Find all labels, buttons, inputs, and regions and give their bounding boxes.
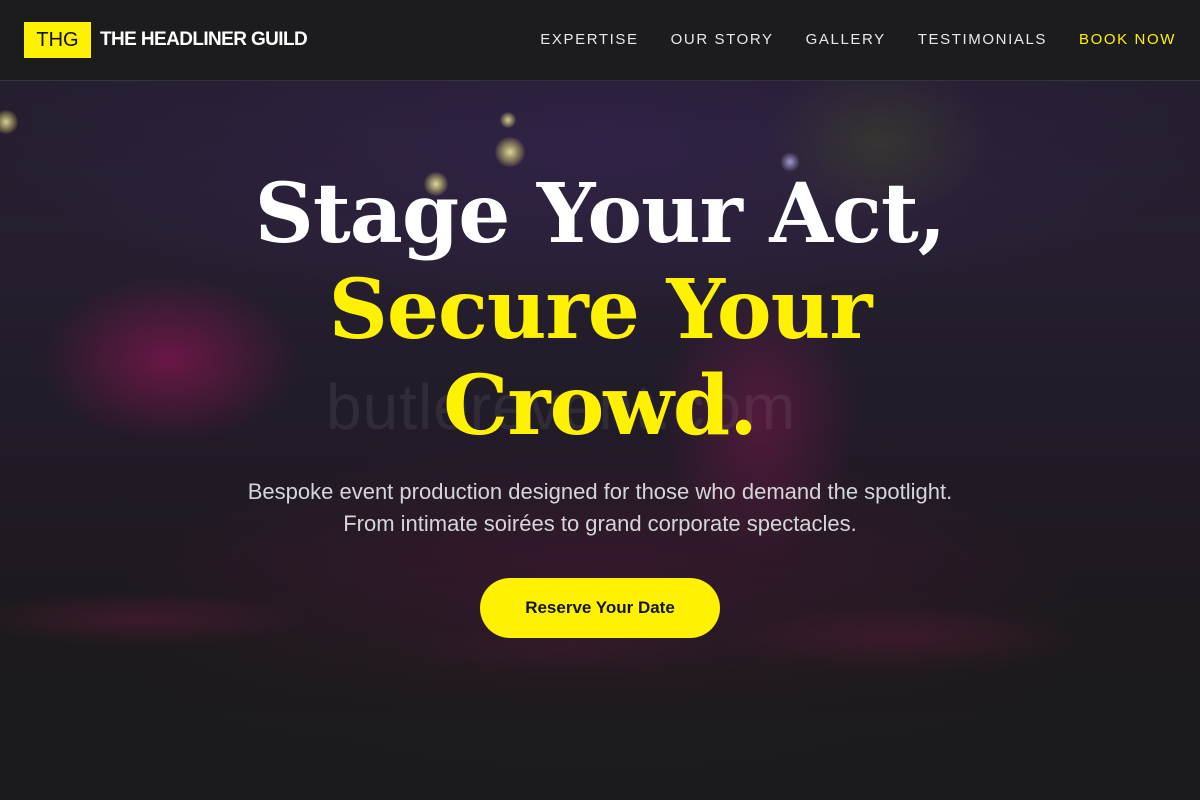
reserve-date-button[interactable]: Reserve Your Date [480, 578, 720, 638]
hero-headline: Stage Your Act, Secure Your Crowd. [100, 166, 1100, 454]
headline-line-2: Secure Your [328, 262, 873, 358]
headline-line-3: Crowd. [443, 358, 758, 454]
hero-section: Stage Your Act, Secure Your Crowd. Bespo… [0, 0, 1200, 800]
subtitle-line-1: Bespoke event production designed for th… [247, 479, 953, 504]
hero-subtitle: Bespoke event production designed for th… [150, 476, 1050, 540]
subtitle-line-2: From intimate soirées to grand corporate… [343, 511, 857, 536]
headline-line-1: Stage Your Act, [254, 166, 947, 262]
